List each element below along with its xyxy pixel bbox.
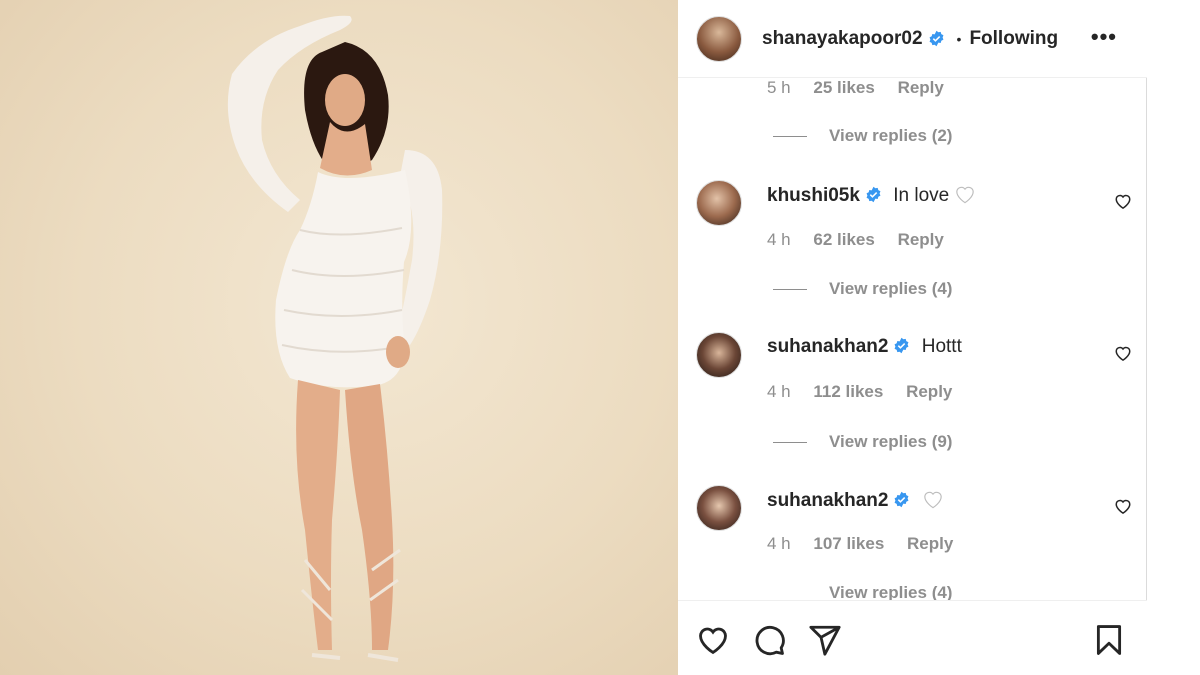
- comment-time: 4 h: [767, 534, 791, 553]
- view-replies-label: View replies (2): [829, 126, 953, 145]
- comment-time: 4 h: [767, 382, 791, 401]
- comment-likes[interactable]: 62 likes: [813, 230, 874, 249]
- author-avatar[interactable]: [696, 15, 742, 62]
- commenter-username[interactable]: suhanakhan2: [767, 336, 888, 357]
- white-heart-emoji-icon: [923, 491, 942, 509]
- following-button[interactable]: Following: [969, 28, 1058, 50]
- comment-time: 4 h: [767, 230, 791, 249]
- reply-button[interactable]: Reply: [907, 534, 953, 553]
- comment-text: In love: [893, 185, 950, 206]
- view-replies-label: View replies (9): [829, 432, 953, 451]
- reply-button[interactable]: Reply: [906, 382, 952, 401]
- comment-time: 5 h: [767, 78, 791, 97]
- verified-badge-icon: [866, 186, 881, 203]
- view-replies-label: View replies (4): [829, 279, 953, 298]
- comment-icon[interactable]: [752, 623, 786, 657]
- post-photo-illustration: [227, 15, 443, 662]
- commenter-avatar[interactable]: [696, 485, 742, 531]
- verified-badge-icon: [929, 30, 943, 47]
- view-replies-button[interactable]: View replies (4): [773, 279, 952, 299]
- like-comment-heart-icon[interactable]: [1114, 192, 1132, 210]
- comment-item: suhanakhan2: [696, 485, 1136, 535]
- comment-likes[interactable]: 112 likes: [813, 382, 883, 401]
- verified-badge-icon: [894, 337, 909, 354]
- author-username[interactable]: shanayakapoor02: [762, 28, 923, 50]
- verified-badge-icon: [894, 491, 909, 508]
- comment-meta: 4 h 112 likes Reply: [767, 382, 970, 402]
- comment-meta: 5 h 25 likes Reply: [767, 78, 962, 98]
- comment-likes[interactable]: 107 likes: [813, 534, 884, 553]
- save-icon[interactable]: [1092, 623, 1126, 657]
- more-options-icon[interactable]: •••: [1091, 24, 1117, 50]
- view-replies-line: [773, 135, 807, 137]
- post-photo: [0, 0, 678, 675]
- share-icon[interactable]: [808, 623, 842, 657]
- comment-text: Hottt: [921, 336, 962, 357]
- commenter-avatar[interactable]: [696, 332, 742, 378]
- like-comment-heart-icon[interactable]: [1114, 497, 1132, 515]
- post-panel: shanayakapoor02 • Following ••• 5 h 25 l…: [678, 0, 1147, 675]
- view-replies-line: [773, 441, 807, 443]
- like-comment-heart-icon[interactable]: [1114, 344, 1132, 362]
- reply-button[interactable]: Reply: [898, 230, 944, 249]
- comment-meta: 4 h 107 likes Reply: [767, 534, 971, 554]
- view-replies-line: [773, 593, 807, 594]
- view-replies-label: View replies (4): [829, 583, 953, 600]
- view-replies-button[interactable]: View replies (2): [773, 126, 952, 146]
- comment-meta: 4 h 62 likes Reply: [767, 230, 962, 250]
- commenter-avatar[interactable]: [696, 180, 742, 226]
- comment-likes[interactable]: 25 likes: [813, 78, 874, 97]
- reply-button[interactable]: Reply: [898, 78, 944, 97]
- comment-item: khushi05k In love: [696, 180, 1136, 230]
- commenter-username[interactable]: khushi05k: [767, 185, 860, 206]
- comments-list[interactable]: 5 h 25 likes Reply View replies (2) khus…: [678, 78, 1147, 600]
- commenter-username[interactable]: suhanakhan2: [767, 490, 888, 511]
- view-replies-button[interactable]: View replies (9): [773, 432, 952, 452]
- separator-dot: •: [956, 30, 962, 47]
- white-heart-emoji-icon: [956, 186, 975, 204]
- comment-item: suhanakhan2 Hottt: [696, 332, 1136, 382]
- post-actions-bar: [678, 600, 1147, 675]
- view-replies-line: [773, 288, 807, 290]
- like-icon[interactable]: [696, 623, 730, 657]
- page-gutter: [1147, 0, 1200, 675]
- post-header: shanayakapoor02 • Following •••: [678, 0, 1147, 78]
- view-replies-button[interactable]: View replies (4): [773, 583, 952, 600]
